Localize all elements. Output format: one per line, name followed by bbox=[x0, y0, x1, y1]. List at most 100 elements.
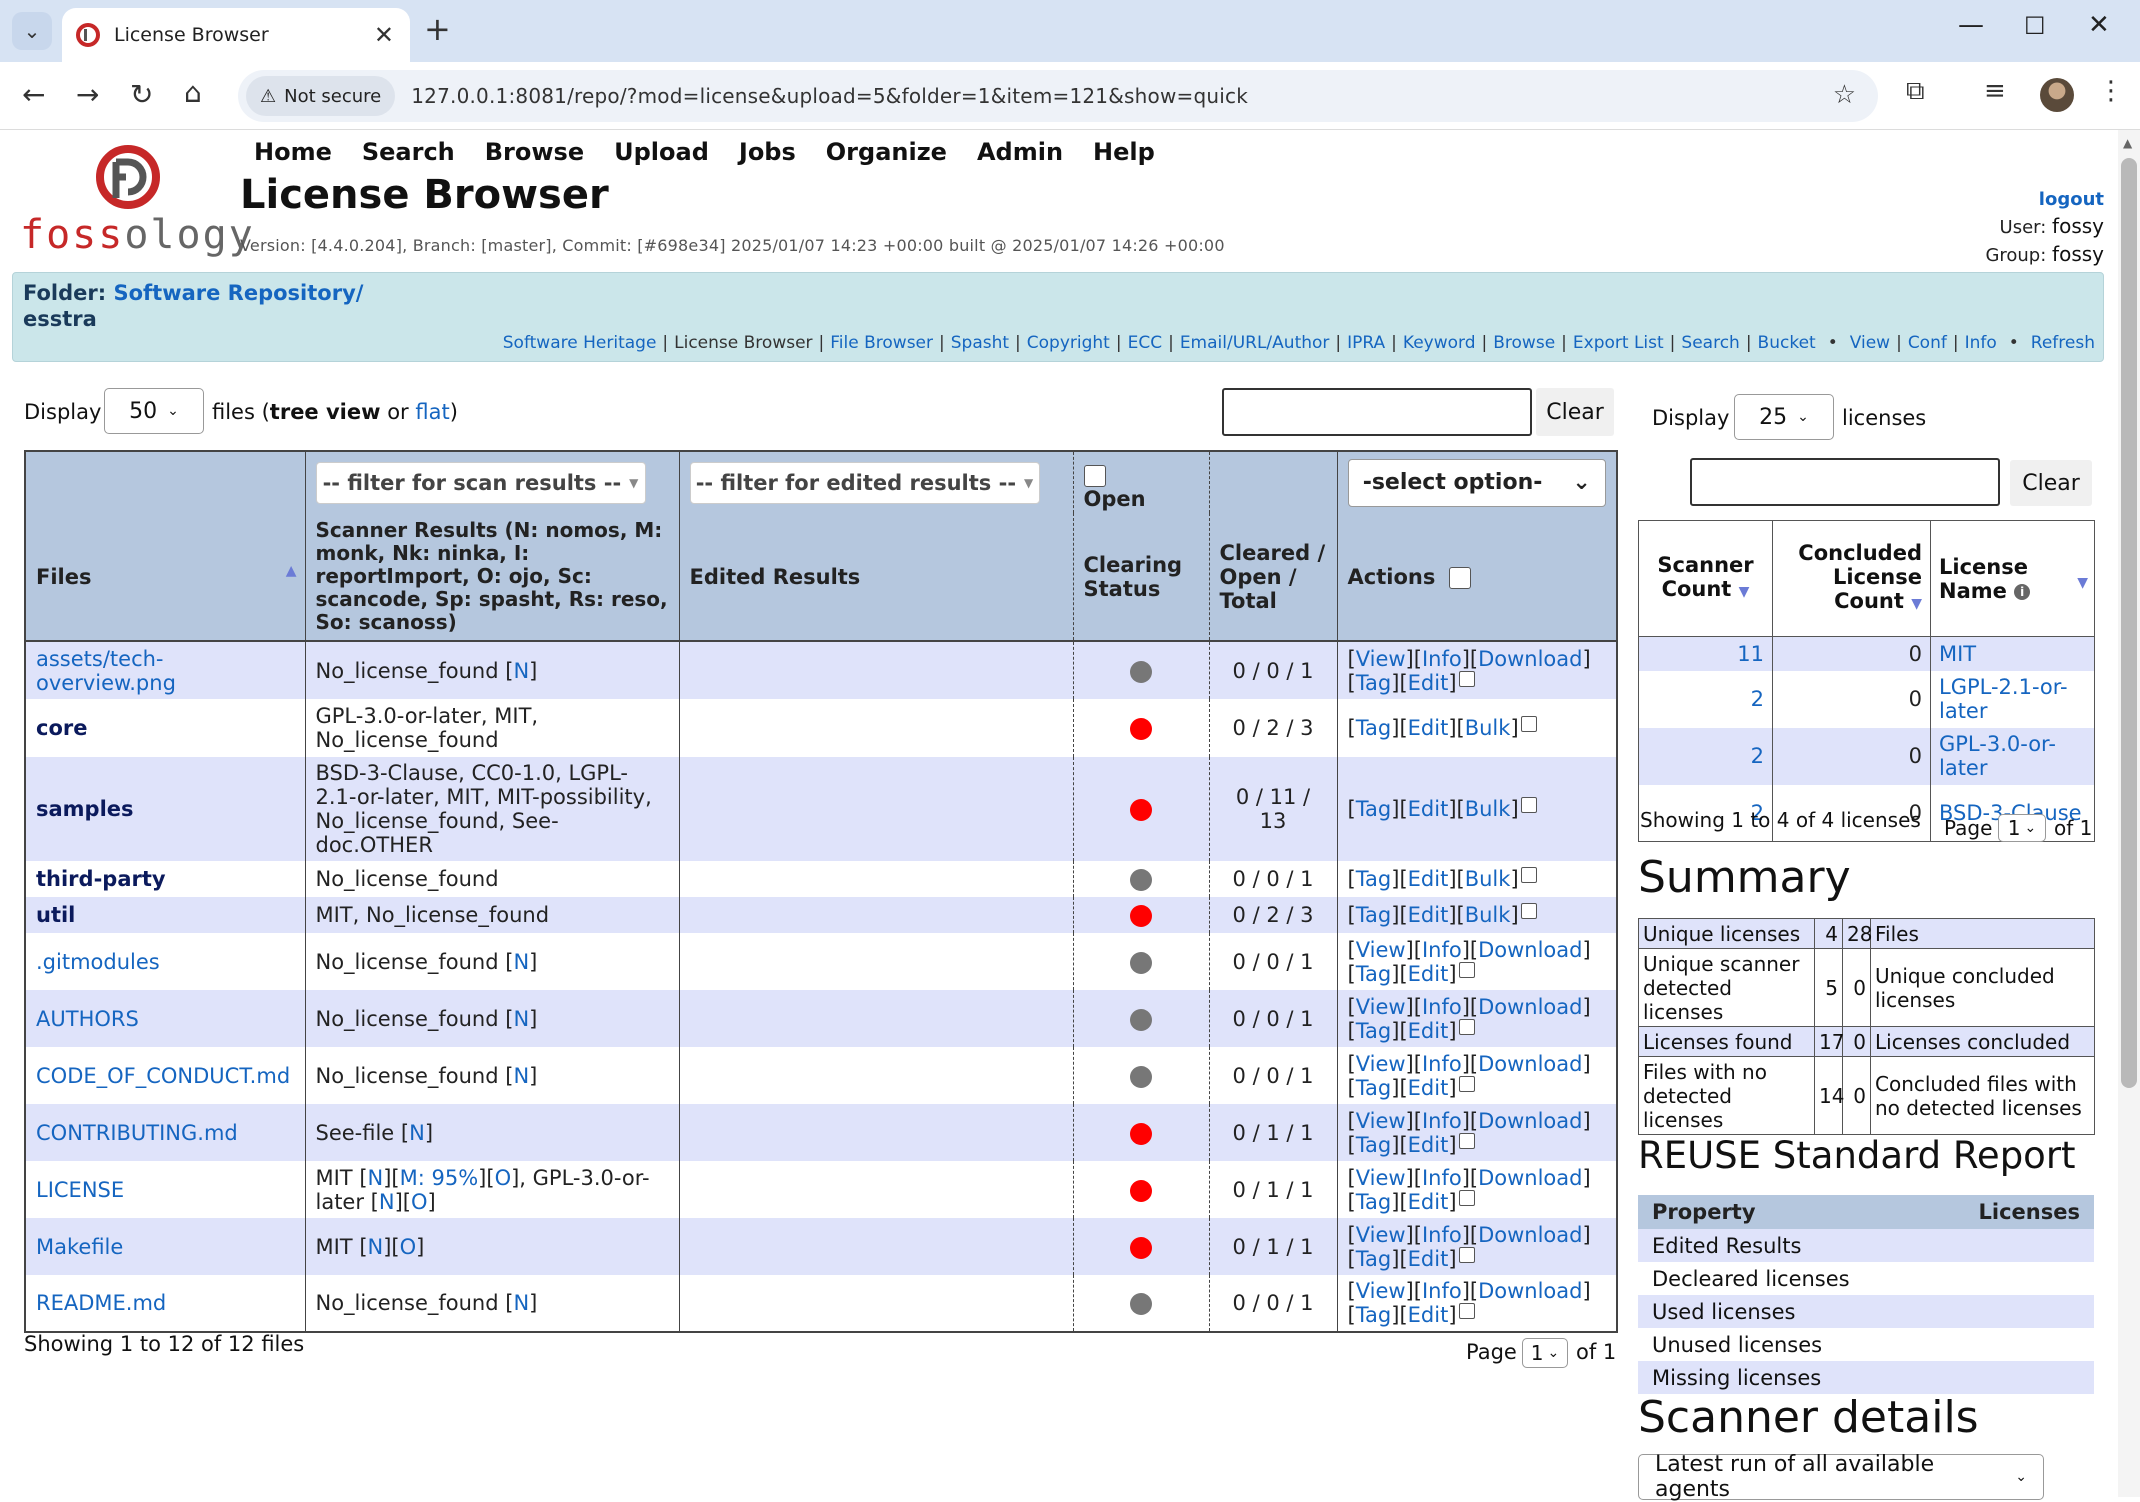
tag-link[interactable]: Tag bbox=[1356, 1190, 1392, 1214]
scanner-count-link[interactable]: 11 bbox=[1737, 642, 1764, 666]
nav-search[interactable]: Search bbox=[1681, 333, 1739, 353]
tag-link[interactable]: Tag bbox=[1356, 962, 1392, 986]
nomos-link[interactable]: N bbox=[513, 1007, 529, 1031]
file-link[interactable]: Makefile bbox=[36, 1235, 123, 1259]
view-link[interactable]: View bbox=[1356, 938, 1406, 962]
menu-search[interactable]: Search bbox=[362, 138, 455, 166]
info-link[interactable]: Info bbox=[1422, 1052, 1462, 1076]
edit-link[interactable]: Edit bbox=[1408, 867, 1449, 891]
scanner-count-link[interactable]: 2 bbox=[1751, 744, 1764, 768]
files-page-select[interactable]: 1 ⌄ bbox=[1522, 1338, 1568, 1368]
nav-copyright[interactable]: Copyright bbox=[1027, 333, 1110, 353]
monk-link[interactable]: M: 95% bbox=[400, 1166, 479, 1190]
info-link[interactable]: Info bbox=[1422, 938, 1462, 962]
security-chip[interactable]: ⚠ Not secure bbox=[246, 76, 396, 116]
nav-conf[interactable]: Conf bbox=[1908, 333, 1947, 353]
file-link[interactable]: CODE_OF_CONDUCT.md bbox=[36, 1064, 290, 1088]
nomos-link[interactable]: N bbox=[513, 950, 529, 974]
nomos-link[interactable]: N bbox=[513, 1291, 529, 1315]
nav-view[interactable]: View bbox=[1850, 333, 1890, 353]
tag-link[interactable]: Tag bbox=[1356, 1247, 1392, 1271]
view-link[interactable]: View bbox=[1356, 1052, 1406, 1076]
edit-link[interactable]: Edit bbox=[1408, 1303, 1449, 1327]
sort-desc-icon[interactable]: ▼ bbox=[1739, 584, 1750, 600]
folder-link[interactable]: third-party bbox=[36, 867, 166, 891]
download-link[interactable]: Download bbox=[1478, 938, 1582, 962]
nav-keyword[interactable]: Keyword bbox=[1403, 333, 1476, 353]
bookmark-star-icon[interactable]: ☆ bbox=[1833, 80, 1856, 110]
close-tab-icon[interactable]: ✕ bbox=[374, 21, 394, 49]
new-tab-icon[interactable]: + bbox=[424, 10, 451, 48]
files-clear-button[interactable]: Clear bbox=[1536, 388, 1614, 436]
file-link[interactable]: CONTRIBUTING.md bbox=[36, 1121, 238, 1145]
scanner-count-link[interactable]: 2 bbox=[1751, 687, 1764, 711]
download-link[interactable]: Download bbox=[1478, 1166, 1582, 1190]
download-link[interactable]: Download bbox=[1478, 995, 1582, 1019]
download-link[interactable]: Download bbox=[1478, 1279, 1582, 1303]
nav-email-url-author[interactable]: Email/URL/Author bbox=[1180, 333, 1330, 353]
edit-link[interactable]: Edit bbox=[1408, 1133, 1449, 1157]
folder-link[interactable]: core bbox=[36, 716, 87, 740]
close-window-icon[interactable]: ✕ bbox=[2088, 10, 2110, 40]
bulk-link[interactable]: Bulk bbox=[1465, 716, 1511, 740]
scanner-count-header[interactable]: Scanner Count ▼ bbox=[1639, 521, 1773, 637]
info-link[interactable]: Info bbox=[1422, 995, 1462, 1019]
page-scrollbar[interactable]: ▲ bbox=[2118, 130, 2140, 1497]
folder-link[interactable]: samples bbox=[36, 797, 134, 821]
licenses-clear-button[interactable]: Clear bbox=[2010, 460, 2092, 506]
info-icon[interactable]: i bbox=[2014, 583, 2031, 600]
nav-bucket[interactable]: Bucket bbox=[1758, 333, 1816, 353]
menu-help[interactable]: Help bbox=[1093, 138, 1155, 166]
tag-link[interactable]: Tag bbox=[1356, 1133, 1392, 1157]
files-per-page-select[interactable]: 50 ⌄ bbox=[104, 388, 204, 434]
license-name-link[interactable]: GPL-3.0-or-later bbox=[1939, 732, 2056, 780]
menu-jobs[interactable]: Jobs bbox=[739, 138, 796, 166]
row-checkbox[interactable] bbox=[1458, 1189, 1475, 1206]
bulk-link[interactable]: Bulk bbox=[1465, 867, 1511, 891]
extensions-icon[interactable]: ⧉ bbox=[1906, 76, 1925, 107]
reload-icon[interactable]: ↻ bbox=[130, 78, 153, 111]
row-checkbox[interactable] bbox=[1458, 1075, 1475, 1092]
edited-results-filter[interactable]: -- filter for edited results -- ▼ bbox=[689, 461, 1040, 504]
folder-link[interactable]: util bbox=[36, 903, 75, 927]
folder-link[interactable]: Software Repository/ bbox=[113, 281, 363, 305]
edit-link[interactable]: Edit bbox=[1408, 1247, 1449, 1271]
nav-info[interactable]: Info bbox=[1965, 333, 1997, 353]
nav-file-browser[interactable]: File Browser bbox=[830, 333, 933, 353]
nomos-link[interactable]: N bbox=[379, 1190, 395, 1214]
tag-link[interactable]: Tag bbox=[1356, 867, 1392, 891]
media-controls-icon[interactable]: ≡ bbox=[1984, 76, 2006, 106]
file-link[interactable]: .gitmodules bbox=[36, 950, 160, 974]
edit-link[interactable]: Edit bbox=[1408, 1190, 1449, 1214]
row-checkbox[interactable] bbox=[1520, 903, 1537, 919]
sort-desc-icon[interactable]: ▼ bbox=[2077, 571, 2088, 595]
fossology-logo[interactable]: fossology bbox=[20, 144, 253, 258]
file-link[interactable]: assets/tech-overview.png bbox=[36, 647, 176, 695]
browser-tab[interactable]: License Browser ✕ bbox=[62, 8, 410, 62]
ojo-link[interactable]: O bbox=[411, 1190, 428, 1214]
file-link[interactable]: LICENSE bbox=[36, 1178, 124, 1202]
sort-asc-icon[interactable]: ▲ bbox=[286, 563, 297, 579]
tab-search-button[interactable]: ⌄ bbox=[12, 12, 52, 50]
files-column-header[interactable]: Files ▲ bbox=[24, 513, 305, 642]
edit-link[interactable]: Edit bbox=[1408, 1076, 1449, 1100]
edit-link[interactable]: Edit bbox=[1408, 962, 1449, 986]
nav-ipra[interactable]: IPRA bbox=[1347, 333, 1385, 353]
maximize-icon[interactable]: ☐ bbox=[2024, 12, 2046, 40]
browser-menu-icon[interactable]: ⋮ bbox=[2098, 76, 2124, 106]
row-checkbox[interactable] bbox=[1458, 1018, 1475, 1035]
edit-link[interactable]: Edit bbox=[1408, 1019, 1449, 1043]
nomos-link[interactable]: N bbox=[513, 1064, 529, 1088]
file-link[interactable]: AUTHORS bbox=[36, 1007, 139, 1031]
row-checkbox[interactable] bbox=[1458, 1246, 1475, 1263]
nomos-link[interactable]: N bbox=[409, 1121, 425, 1145]
tag-link[interactable]: Tag bbox=[1356, 1303, 1392, 1327]
concluded-count-header[interactable]: Concluded License Count ▼ bbox=[1772, 520, 1931, 637]
tag-link[interactable]: Tag bbox=[1356, 1019, 1392, 1043]
licenses-per-page-select[interactable]: 25 ⌄ bbox=[1734, 394, 1834, 440]
info-link[interactable]: Info bbox=[1422, 1109, 1462, 1133]
license-name-link[interactable]: MIT bbox=[1939, 642, 1976, 666]
scanner-agent-select[interactable]: Latest run of all available agents ⌄ bbox=[1638, 1452, 2044, 1502]
licenses-page-select[interactable]: 1 ⌄ bbox=[1998, 814, 2046, 842]
edit-link[interactable]: Edit bbox=[1408, 671, 1449, 695]
